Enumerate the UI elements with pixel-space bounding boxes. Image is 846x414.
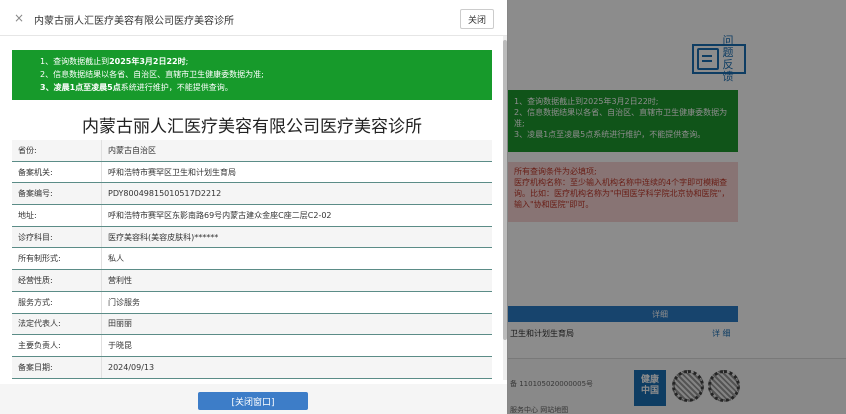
table-row: 所有制形式: 私人 <box>12 248 492 271</box>
modal-title: 内蒙古丽人汇医疗美容有限公司医疗美容诊所 <box>34 16 234 27</box>
field-value: 呼和浩特市赛罕区卫生和计划生育局 <box>108 167 236 177</box>
field-value: 私人 <box>108 254 124 264</box>
field-label: 法定代表人: <box>12 313 102 335</box>
field-value: 医疗美容科(美容皮肤科)****** <box>108 232 219 242</box>
close-window-button[interactable]: [关闭窗口] <box>198 392 308 410</box>
table-row: 地址: 呼和浩特市赛罕区东影南路69号内蒙古建众金座C座二层C2-02 <box>12 205 492 227</box>
field-value: 呼和浩特市赛罕区东影南路69号内蒙古建众金座C座二层C2-02 <box>108 210 332 220</box>
field-label: 备案编号: <box>12 183 102 205</box>
field-label: 省份: <box>12 140 102 161</box>
field-label: 备案日期: <box>12 356 102 378</box>
info-table: 省份: 内蒙古自治区 备案机关: 呼和浩特市赛罕区卫生和计划生育局 备案编号: PDY… <box>12 140 492 379</box>
field-value: 营利性 <box>108 275 132 285</box>
company-name-heading: 内蒙古丽人汇医疗美容有限公司医疗美容诊所 <box>82 117 422 137</box>
close-icon[interactable]: × <box>14 11 24 25</box>
notice-line-1: 1、查询数据截止到2025年3月2日22时; <box>40 57 189 66</box>
field-label: 诊疗科目: <box>12 226 102 248</box>
field-label: 地址: <box>12 205 102 226</box>
table-row: 服务方式: 门诊服务 <box>12 291 492 314</box>
table-row: 诊疗科目: 医疗美容科(美容皮肤科)****** <box>12 226 492 249</box>
modal-header: × 内蒙古丽人汇医疗美容有限公司医疗美容诊所 关闭 <box>0 0 507 36</box>
notice-banner: 1、查询数据截止到2025年3月2日22时; 2、信息数据结果以各省、自治区、直… <box>12 50 492 100</box>
field-label: 服务方式: <box>12 291 102 313</box>
scrollbar-thumb[interactable] <box>503 40 507 340</box>
table-row: 主要负责人: 于晓昆 <box>12 335 492 357</box>
table-row: 备案机关: 呼和浩特市赛罕区卫生和计划生育局 <box>12 161 492 184</box>
field-value: 门诊服务 <box>108 297 140 307</box>
field-value: 于晓昆 <box>108 341 132 351</box>
field-value: 田丽丽 <box>108 319 132 329</box>
field-label: 备案机关: <box>12 161 102 183</box>
notice-line-2: 2、信息数据结果以各省、自治区、直辖市卫生健康委数据为准; <box>40 70 264 79</box>
field-value: 内蒙古自治区 <box>108 145 156 155</box>
field-label: 经营性质: <box>12 270 102 291</box>
close-button[interactable]: 关闭 <box>460 9 494 29</box>
field-label: 所有制形式: <box>12 248 102 270</box>
table-row: 经营性质: 营利性 <box>12 270 492 292</box>
field-label: 主要负责人: <box>12 335 102 356</box>
field-value: PDY80049815010517D2212 <box>108 189 222 199</box>
table-row: 备案编号: PDY80049815010517D2212 <box>12 183 492 206</box>
table-row: 备案日期: 2024/09/13 <box>12 356 492 379</box>
notice-line-3: 3、凌晨1点至凌晨5点系统进行维护，不能提供查询。 <box>40 83 233 92</box>
table-row: 法定代表人: 田丽丽 <box>12 313 492 336</box>
field-value: 2024/09/13 <box>108 362 155 372</box>
detail-modal: × 内蒙古丽人汇医疗美容有限公司医疗美容诊所 关闭 1、查询数据截止到2025年… <box>0 0 507 414</box>
table-row: 省份: 内蒙古自治区 <box>12 140 492 162</box>
